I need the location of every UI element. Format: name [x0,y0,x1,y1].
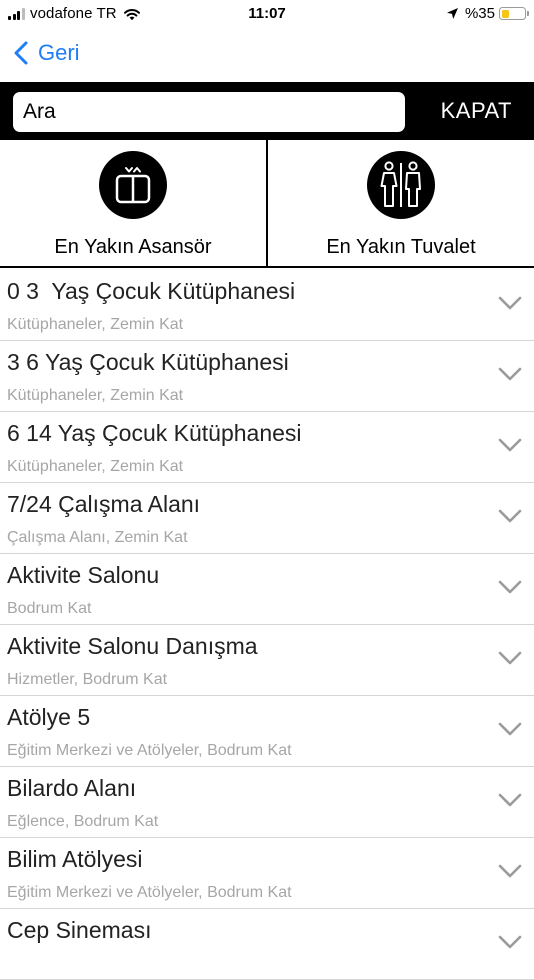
back-button[interactable]: Geri [14,40,80,66]
list-item-title: Aktivite Salonu Danışma [7,633,258,659]
list-item-subtitle: Kütüphaneler, Zemin Kat [7,458,184,475]
status-bar: vodafone TR 11:07 %35 [0,0,534,28]
list-item-subtitle: Bodrum Kat [7,600,92,617]
list-item-subtitle: Hizmetler, Bodrum Kat [7,671,168,688]
list-item-title: Bilardo Alanı [7,775,137,801]
battery-icon [499,7,529,20]
chevron-down-icon[interactable] [498,793,522,807]
list-item[interactable]: 7/24 Çalışma Alanı Çalışma Alanı, Zemin … [0,483,534,554]
search-input[interactable] [13,92,405,132]
list-item[interactable]: 0 3 Yaş Çocuk Kütüphanesi Kütüphaneler, … [0,270,534,341]
nearest-restroom-label: En Yakın Tuvalet [326,236,476,258]
restroom-icon [367,151,435,219]
list-item[interactable]: Aktivite Salonu Bodrum Kat [0,554,534,625]
list-item-subtitle: Çalışma Alanı, Zemin Kat [7,529,188,546]
back-label: Geri [38,40,80,65]
chevron-down-icon[interactable] [498,651,522,665]
nearest-restroom-button[interactable]: En Yakın Tuvalet [267,140,534,266]
list-item[interactable]: Atölye 5 Eğitim Merkezi ve Atölyeler, Bo… [0,696,534,767]
list-item-title: Atölye 5 [7,704,91,730]
list-item-subtitle: Kütüphaneler, Zemin Kat [7,387,184,404]
list-item[interactable]: 3 6 Yaş Çocuk Kütüphanesi Kütüphaneler, … [0,341,534,412]
elevator-icon [99,151,167,219]
list-item[interactable]: Cep Sineması [0,909,534,980]
battery-percent: %35 [464,5,495,22]
list-item[interactable]: 6 14 Yaş Çocuk Kütüphanesi Kütüphaneler,… [0,412,534,483]
status-right: %35 [446,5,529,22]
list-item-title: 3 6 Yaş Çocuk Kütüphanesi [7,349,289,375]
list-item-title: 0 3 Yaş Çocuk Kütüphanesi [7,278,296,304]
chevron-down-icon[interactable] [498,509,522,523]
nearest-elevator-label: En Yakın Asansör [54,236,212,258]
chevron-down-icon[interactable] [498,935,522,949]
battery-fill [501,9,510,18]
list-item-subtitle: Kütüphaneler, Zemin Kat [7,316,184,333]
search-bar: KAPAT [0,82,534,140]
close-button[interactable]: KAPAT [441,98,512,124]
quick-actions: En Yakın Asansör En Yakın Tuvalet [0,140,534,268]
list-item-subtitle: Eğitim Merkezi ve Atölyeler, Bodrum Kat [7,742,292,759]
navigation-bar: Geri [0,28,534,82]
list-item[interactable]: Bilardo Alanı Eğlence, Bodrum Kat [0,767,534,838]
chevron-down-icon[interactable] [498,296,522,310]
chevron-down-icon[interactable] [498,722,522,736]
location-arrow-icon [446,8,458,19]
chevron-down-icon[interactable] [498,438,522,452]
location-list: 0 3 Yaş Çocuk Kütüphanesi Kütüphaneler, … [0,270,534,980]
chevron-down-icon[interactable] [498,367,522,381]
list-item-title: 6 14 Yaş Çocuk Kütüphanesi [7,420,302,446]
chevron-down-icon[interactable] [498,864,522,878]
chevron-down-icon[interactable] [498,580,522,594]
list-item[interactable]: Bilim Atölyesi Eğitim Merkezi ve Atölyel… [0,838,534,909]
list-item-subtitle: Eğitim Merkezi ve Atölyeler, Bodrum Kat [7,884,292,901]
chevron-left-icon [14,41,28,65]
list-item-title: Bilim Atölyesi [7,846,143,872]
list-item-title: Aktivite Salonu [7,562,160,588]
list-item-title: 7/24 Çalışma Alanı [7,491,201,517]
list-item-subtitle: Eğlence, Bodrum Kat [7,813,159,830]
list-item[interactable]: Aktivite Salonu Danışma Hizmetler, Bodru… [0,625,534,696]
nearest-elevator-button[interactable]: En Yakın Asansör [0,140,267,266]
list-item-title: Cep Sineması [7,917,152,943]
